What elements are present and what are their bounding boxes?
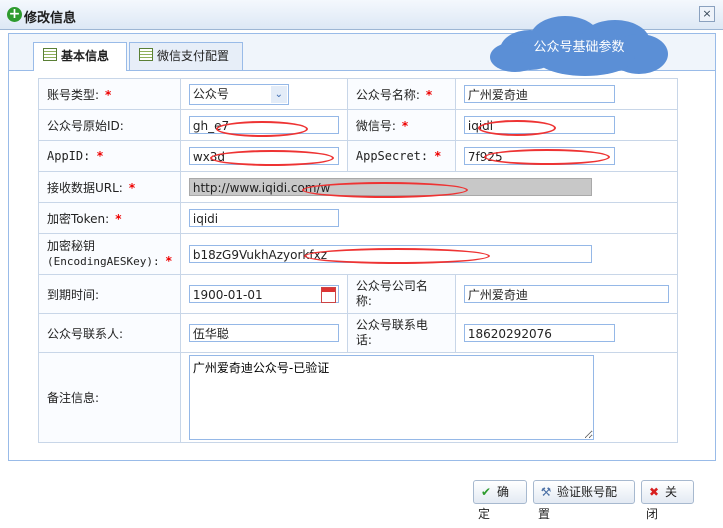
- verify-config-button[interactable]: ⚒ 验证账号配置: [533, 480, 635, 521]
- aeskey-label: 加密秘钥 (EncodingAESKey): *: [38, 233, 181, 275]
- edit-plus-icon: +: [7, 6, 22, 22]
- chevron-down-icon[interactable]: ⌄: [270, 85, 287, 103]
- redaction-mark: [478, 120, 556, 136]
- phone-input[interactable]: 18620292076: [463, 324, 615, 342]
- close-icon[interactable]: ×: [699, 6, 715, 22]
- token-label: 加密Token: *: [38, 202, 181, 234]
- mp-name-input[interactable]: 广州爱奇迪: [463, 85, 615, 103]
- redaction-mark: [304, 248, 490, 264]
- wechat-id-label: 微信号: *: [346, 109, 456, 141]
- company-input[interactable]: 广州爱奇迪: [463, 285, 669, 303]
- close-button[interactable]: ✖ 关闭: [641, 480, 694, 521]
- annotation-cloud: 公众号基础参数: [490, 16, 670, 76]
- red-x-icon: ✖: [648, 485, 660, 499]
- contact-label: 公众号联系人:: [38, 313, 181, 353]
- remark-textarea[interactable]: 广州爱奇迪公众号-已验证: [188, 355, 594, 440]
- table-icon: [139, 48, 153, 61]
- dialog-title: 修改信息: [24, 11, 77, 26]
- token-input[interactable]: iqidi: [188, 209, 339, 227]
- redaction-mark: [216, 121, 308, 137]
- phone-label: 公众号联系电 话:: [346, 313, 456, 353]
- appid-label: AppID: *: [38, 140, 181, 172]
- table-icon: [43, 48, 57, 61]
- tab-basic-info[interactable]: 基本信息: [33, 42, 127, 71]
- account-type-select[interactable]: 公众号 ⌄: [188, 83, 289, 105]
- remark-label: 备注信息:: [38, 352, 181, 443]
- tab-wechat-pay-label: 微信支付配置: [157, 49, 230, 63]
- tools-icon: ⚒: [540, 485, 552, 499]
- tab-wechat-pay[interactable]: 微信支付配置: [129, 42, 243, 70]
- redaction-mark: [484, 149, 610, 165]
- expire-date-input[interactable]: 1900-01-01: [188, 285, 339, 303]
- company-label: 公众号公司名 称:: [346, 274, 456, 314]
- account-type-label: 账号类型: *: [38, 78, 181, 110]
- annotation-cloud-text: 公众号基础参数: [533, 40, 625, 55]
- tab-basic-info-label: 基本信息: [61, 49, 110, 63]
- url-label: 接收数据URL: *: [38, 171, 181, 203]
- checkmark-icon: ✔: [480, 485, 492, 499]
- expire-label: 到期时间:: [38, 274, 181, 314]
- redaction-mark: [302, 182, 468, 198]
- redaction-mark: [210, 150, 334, 166]
- original-id-label: 公众号原始ID:: [38, 109, 181, 141]
- calendar-icon[interactable]: [320, 287, 336, 303]
- confirm-button[interactable]: ✔ 确定: [473, 480, 527, 521]
- contact-input[interactable]: 伍华聪: [188, 324, 339, 342]
- appsecret-label: AppSecret: *: [346, 140, 456, 172]
- mp-name-label: 公众号名称: *: [346, 78, 456, 110]
